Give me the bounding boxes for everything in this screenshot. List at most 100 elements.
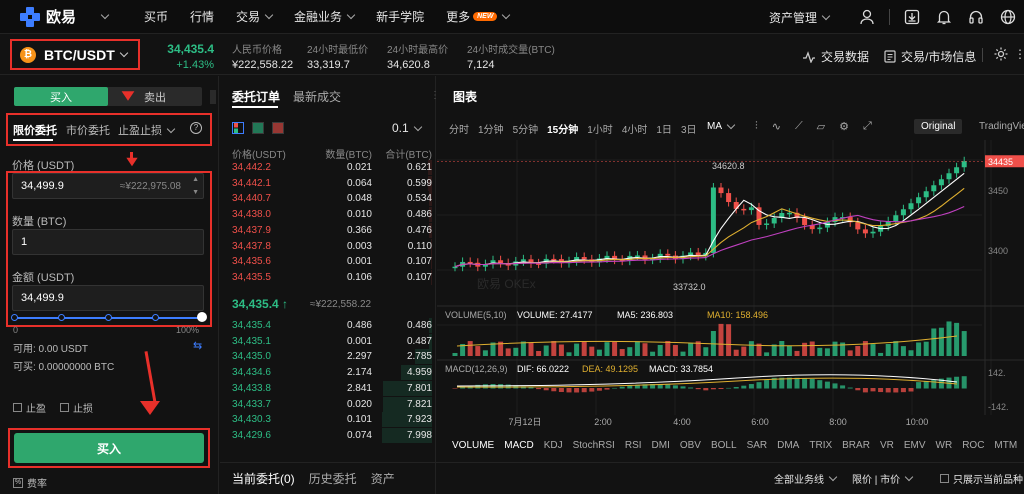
interval-6[interactable]: 1日 xyxy=(656,121,672,136)
indicator-tab[interactable]: DMA xyxy=(777,440,799,451)
brand-logo[interactable]: 欧易 xyxy=(20,6,102,27)
more-icon[interactable]: ⋮ xyxy=(1014,47,1024,61)
language-globe-icon[interactable] xyxy=(992,0,1024,34)
candle-style-icon[interactable]: ⫶ xyxy=(755,120,758,133)
interval-7[interactable]: 3日 xyxy=(681,121,697,136)
settings-gear-icon[interactable] xyxy=(993,46,1009,65)
indicator-tab[interactable]: RSI xyxy=(625,440,642,451)
slider-thumb[interactable] xyxy=(197,312,207,322)
bid-row[interactable]: 34,429.6 0.074 7.998 xyxy=(232,427,432,444)
interval-2[interactable]: 5分钟 xyxy=(513,121,539,136)
slider-stop[interactable] xyxy=(152,314,159,321)
bid-row[interactable]: 34,433.7 0.020 7.821 xyxy=(232,396,432,413)
indicator-tab[interactable]: MTM xyxy=(994,440,1017,451)
book-asks-icon[interactable] xyxy=(272,122,284,134)
slider-stop[interactable] xyxy=(105,314,112,321)
indicator-tab[interactable]: KDJ xyxy=(544,440,563,451)
view-tradingview-button[interactable]: TradingVie xyxy=(979,121,1024,132)
slider-stop[interactable] xyxy=(58,314,65,321)
ask-row[interactable]: 34,437.8 0.003 0.110 xyxy=(232,238,432,255)
pair-selector[interactable]: ₿ BTC/USDT xyxy=(10,39,140,70)
bid-row[interactable]: 34,435.0 2.297 2.785 xyxy=(232,349,432,365)
ask-row[interactable]: 34,440.7 0.048 0.534 xyxy=(232,191,432,207)
indicator-tab[interactable]: MACD xyxy=(504,440,533,451)
indicator-tab[interactable]: BOLL xyxy=(711,440,737,451)
interval-1[interactable]: 1分钟 xyxy=(478,121,504,136)
nav-item-finance[interactable]: 金融业务 xyxy=(294,8,356,25)
bid-row[interactable]: 34,433.8 2.841 7.801 xyxy=(232,380,432,397)
draw-tool-icon[interactable]: ⟋ xyxy=(795,120,803,133)
nav-item-academy[interactable]: 新手学院 xyxy=(376,8,424,25)
indicator-tab[interactable]: VOLUME xyxy=(452,440,494,451)
price-input[interactable]: 34,499.9 ≈¥222,975.08 ▲ ▼ xyxy=(12,173,204,199)
indicator-tab[interactable]: DMI xyxy=(652,440,670,451)
order-type-limit[interactable]: 限价委托 xyxy=(13,122,57,138)
ruler-icon[interactable]: ▱ xyxy=(817,120,825,133)
decrement-icon[interactable]: ▼ xyxy=(192,189,199,196)
nav-item-dropdown[interactable] xyxy=(100,10,122,20)
indicator-tab[interactable]: ROC xyxy=(962,440,984,451)
view-original-button[interactable]: Original xyxy=(914,119,963,134)
bid-row[interactable]: 34,434.6 2.174 4.959 xyxy=(232,365,432,381)
bid-row[interactable]: 34,435.1 0.001 0.487 xyxy=(232,333,432,350)
interval-0[interactable]: 分时 xyxy=(449,121,469,136)
tab-latest-trades[interactable]: 最新成交 xyxy=(293,88,341,105)
fee-link[interactable]: % 费率 xyxy=(13,475,47,490)
indicator-tab[interactable]: StochRSI xyxy=(573,440,615,451)
help-icon[interactable]: ? xyxy=(190,122,202,134)
indicator-tab[interactable]: BRAR xyxy=(842,440,870,451)
headset-icon[interactable] xyxy=(960,0,992,34)
precision-select[interactable]: 0.1 xyxy=(392,121,422,135)
slider-stop[interactable] xyxy=(11,314,18,321)
market-info-link[interactable]: 交易/市场信息 xyxy=(884,48,976,65)
user-icon[interactable] xyxy=(851,0,883,34)
increment-icon[interactable]: ▲ xyxy=(192,176,199,183)
ask-row[interactable]: 34,435.5 0.106 0.107 xyxy=(232,269,432,286)
trade-data-link[interactable]: 交易数据 xyxy=(802,48,869,65)
indicator-tab[interactable]: OBV xyxy=(680,440,701,451)
bell-icon[interactable] xyxy=(928,0,960,34)
book-both-icon[interactable] xyxy=(232,122,244,134)
indicator-tab[interactable]: SAR xyxy=(747,440,768,451)
ask-row[interactable]: 34,438.0 0.010 0.486 xyxy=(232,207,432,223)
tab-order-history[interactable]: 历史委托 xyxy=(309,470,357,487)
indicator-tab[interactable]: TRIX xyxy=(809,440,832,451)
bid-row[interactable]: 34,435.4 0.486 0.486 xyxy=(232,318,432,334)
nav-item-markets[interactable]: 行情 xyxy=(190,8,214,25)
ask-row[interactable]: 34,435.6 0.001 0.107 xyxy=(232,254,432,270)
line-tool-icon[interactable]: ∿ xyxy=(772,120,781,133)
tab-open-orders[interactable]: 当前委托(0) xyxy=(232,470,295,487)
asset-management-menu[interactable]: 资产管理 xyxy=(769,9,831,26)
business-line-select[interactable]: 全部业务线 xyxy=(774,471,838,486)
order-type-market[interactable]: 市价委托 xyxy=(66,122,110,138)
buy-button[interactable]: 买入 xyxy=(14,433,204,463)
amount-input[interactable]: 34,499.9 xyxy=(12,285,204,311)
settings-gear-icon[interactable]: ⚙ xyxy=(839,120,849,133)
stop-loss-checkbox[interactable]: 止损 xyxy=(60,400,93,415)
nav-item-more[interactable]: 更多 NEW xyxy=(446,8,511,25)
buy-tab[interactable]: 买入 xyxy=(14,87,108,106)
tab-order-book[interactable]: 委托订单 xyxy=(232,88,280,105)
current-pair-only-checkbox[interactable]: 只展示当前品种 xyxy=(940,471,1023,486)
interval-5[interactable]: 4小时 xyxy=(622,121,648,136)
indicator-ma-select[interactable]: MA xyxy=(707,120,736,132)
chart-canvas[interactable]: 34620.8 33732.0 34435 欧易 OKEx 3450 3400 142. -1… xyxy=(437,140,1024,442)
fullscreen-icon[interactable]: ⤢ xyxy=(863,120,872,133)
indicator-tab[interactable]: VR xyxy=(880,440,894,451)
tab-assets[interactable]: 资产 xyxy=(371,470,395,487)
quantity-input[interactable]: 1 xyxy=(12,229,204,255)
indicator-tab[interactable]: EMV xyxy=(904,440,926,451)
order-type-filter[interactable]: 限价 | 市价 xyxy=(852,471,914,486)
ask-row[interactable]: 34,442.1 0.064 0.599 xyxy=(232,175,432,192)
book-bids-icon[interactable] xyxy=(252,122,264,134)
bid-row[interactable]: 34,430.3 0.101 7.923 xyxy=(232,412,432,428)
download-icon[interactable] xyxy=(896,0,928,34)
interval-3[interactable]: 15分钟 xyxy=(547,121,578,136)
panel-collapse-handle[interactable] xyxy=(210,90,216,104)
interval-4[interactable]: 1小时 xyxy=(587,121,613,136)
indicator-tab[interactable]: WR xyxy=(936,440,953,451)
nav-item-buy-crypto[interactable]: 买币 xyxy=(144,8,168,25)
order-type-tp-sl[interactable]: 止盈止损 xyxy=(118,122,176,138)
ask-row[interactable]: 34,442.2 0.021 0.621 xyxy=(232,160,432,176)
nav-item-trade[interactable]: 交易 xyxy=(236,8,274,25)
